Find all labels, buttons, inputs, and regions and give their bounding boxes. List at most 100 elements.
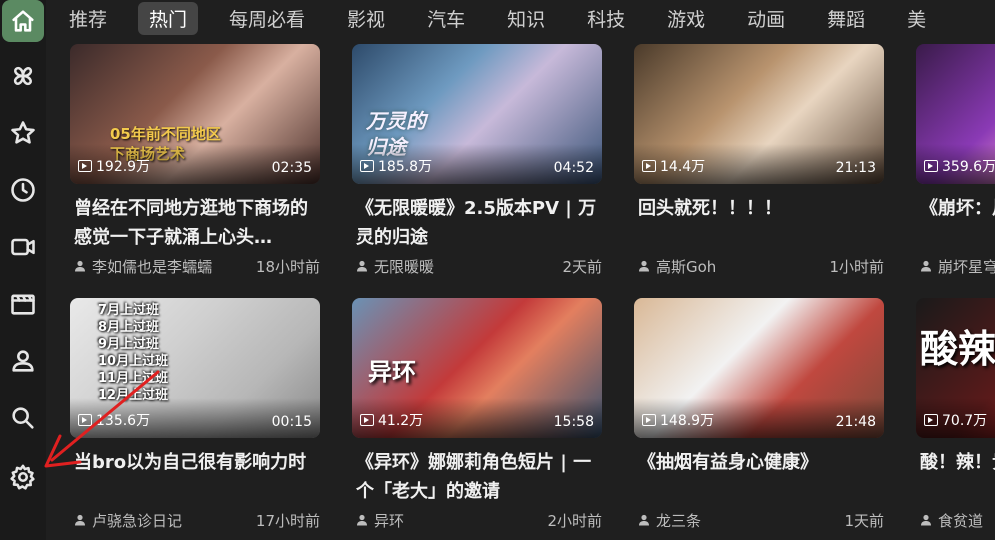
search-icon xyxy=(12,407,34,429)
tab-film[interactable]: 影视 xyxy=(336,2,396,35)
video-title[interactable]: 《崩坏：片：「这 xyxy=(916,194,995,252)
video-card[interactable]: 异环 41.2万 15:58 《异环》娜娜莉角色短片 | 一个「老大」的邀请 异… xyxy=(352,298,602,531)
video-duration: 15:58 xyxy=(553,414,594,430)
video-thumbnail[interactable]: 7月上过班 8月上过班 9月上过班 10月上过班 11月上过班 12月上过班 1… xyxy=(70,298,320,438)
view-count: 41.2万 xyxy=(360,410,423,430)
play-count-icon xyxy=(642,414,656,426)
uploader-icon xyxy=(74,258,86,276)
view-count: 185.8万 xyxy=(360,156,432,176)
video-title[interactable]: 《无限暖暖》2.5版本PV | 万灵的归途 xyxy=(352,194,602,252)
video-card[interactable]: 14.4万 21:13 回头就死！！！！ 高斯Goh 1小时前 xyxy=(634,44,884,277)
play-count-icon xyxy=(78,414,92,426)
play-count-icon xyxy=(360,414,374,426)
uploader-icon xyxy=(356,258,368,276)
video-title[interactable]: 酸！辣！贵州人DI xyxy=(916,448,995,506)
play-count-icon xyxy=(924,414,938,426)
profile-button[interactable] xyxy=(2,340,44,382)
view-count: 14.4万 xyxy=(642,156,705,176)
uploader-icon xyxy=(356,512,368,530)
video-duration: 02:35 xyxy=(271,160,312,176)
video-author[interactable]: 无限暖暖 xyxy=(356,256,434,277)
clock-icon xyxy=(11,178,35,202)
tab-dance[interactable]: 舞蹈 xyxy=(816,2,876,35)
history-button[interactable] xyxy=(2,169,44,211)
video-author[interactable]: 异环 xyxy=(356,510,404,531)
tab-car[interactable]: 汽车 xyxy=(416,2,476,35)
home-button[interactable] xyxy=(2,0,44,42)
video-thumbnail[interactable]: 万灵的 归途 185.8万 04:52 xyxy=(352,44,602,184)
video-author[interactable]: 高斯Goh xyxy=(638,256,716,277)
video-duration: 00:15 xyxy=(271,414,312,430)
tab-beauty[interactable]: 美 xyxy=(896,2,937,35)
video-thumbnail[interactable]: 14.4万 21:13 xyxy=(634,44,884,184)
video-card[interactable]: 7月上过班 8月上过班 9月上过班 10月上过班 11月上过班 12月上过班 1… xyxy=(70,298,320,531)
video-duration: 04:52 xyxy=(553,160,594,176)
tab-hot[interactable]: 热门 xyxy=(138,1,199,35)
publish-time: 2天前 xyxy=(562,258,602,276)
video-author[interactable]: 李如儒也是李蠕蠕 xyxy=(74,256,212,277)
view-count: 135.6万 xyxy=(78,410,150,430)
video-card[interactable]: 05年前不同地区 下商场艺术 192.9万 02:35 曾经在不同地方逛地下商场… xyxy=(70,44,320,277)
tab-tech[interactable]: 科技 xyxy=(576,2,636,35)
view-count: 192.9万 xyxy=(78,156,150,176)
popular-button[interactable] xyxy=(2,55,44,97)
view-count: 148.9万 xyxy=(642,410,714,430)
tab-recommend[interactable]: 推荐 xyxy=(58,2,118,35)
video-duration: 21:13 xyxy=(835,160,876,176)
star-icon xyxy=(11,121,35,144)
video-author[interactable]: 崩坏星穹 xyxy=(920,256,995,277)
thumbnail-caption: 异环 xyxy=(368,358,416,386)
publish-time: 1小时前 xyxy=(829,258,884,276)
publish-time: 18小时前 xyxy=(255,258,320,276)
video-thumbnail[interactable]: 359.6万 xyxy=(916,44,995,184)
video-card[interactable]: 酸辣 70.7万 酸！辣！贵州人DI 食贫道 xyxy=(916,298,995,531)
tab-game[interactable]: 游戏 xyxy=(656,2,716,35)
publish-time: 17小时前 xyxy=(255,512,320,530)
view-count: 70.7万 xyxy=(924,410,987,430)
video-author[interactable]: 龙三条 xyxy=(638,510,701,531)
play-count-icon xyxy=(642,160,656,172)
video-duration: 21:48 xyxy=(835,414,876,430)
play-count-icon xyxy=(78,160,92,172)
video-camera-icon xyxy=(11,238,35,256)
publish-time: 2小时前 xyxy=(547,512,602,530)
video-author[interactable]: 食贫道 xyxy=(920,510,983,531)
uploader-icon xyxy=(74,512,86,530)
pinwheel-icon xyxy=(13,66,33,86)
thumbnail-caption: 酸辣 xyxy=(920,327,995,371)
video-thumbnail[interactable]: 异环 41.2万 15:58 xyxy=(352,298,602,438)
video-title[interactable]: 《异环》娜娜莉角色短片 | 一个「老大」的邀请 xyxy=(352,448,602,506)
thumbnail-caption: 7月上过班 8月上过班 9月上过班 10月上过班 11月上过班 12月上过班 xyxy=(98,303,169,403)
home-icon xyxy=(12,10,34,32)
video-card[interactable]: 148.9万 21:48 《抽烟有益身心健康》 龙三条 1天前 xyxy=(634,298,884,531)
uploader-icon xyxy=(638,512,650,530)
play-count-icon xyxy=(360,160,374,172)
film-clapper-icon xyxy=(11,294,35,315)
live-button[interactable] xyxy=(2,226,44,268)
video-title[interactable]: 当bro以为自己很有影响力时 xyxy=(70,448,320,506)
uploader-icon xyxy=(920,512,932,530)
video-card[interactable]: 359.6万 《崩坏：片：「这 崩坏星穹 xyxy=(916,44,995,277)
settings-button[interactable] xyxy=(2,456,44,498)
category-tabs: 推荐 热门 每周必看 影视 汽车 知识 科技 游戏 动画 舞蹈 美 xyxy=(58,0,995,36)
tab-weekly[interactable]: 每周必看 xyxy=(218,2,316,35)
uploader-icon xyxy=(920,258,932,276)
video-title[interactable]: 曾经在不同地方逛地下商场的感觉一下子就涌上心头… xyxy=(70,194,320,252)
video-thumbnail[interactable]: 05年前不同地区 下商场艺术 192.9万 02:35 xyxy=(70,44,320,184)
play-count-icon xyxy=(924,160,938,172)
gear-icon xyxy=(10,464,35,490)
video-title[interactable]: 《抽烟有益身心健康》 xyxy=(634,448,884,506)
publish-time: 1天前 xyxy=(844,512,884,530)
search-button[interactable] xyxy=(2,397,44,439)
tab-animation[interactable]: 动画 xyxy=(736,2,796,35)
video-title[interactable]: 回头就死！！！！ xyxy=(634,194,884,252)
video-author[interactable]: 卢骁急诊日记 xyxy=(74,510,182,531)
view-count: 359.6万 xyxy=(924,156,995,176)
video-card[interactable]: 万灵的 归途 185.8万 04:52 《无限暖暖》2.5版本PV | 万灵的归… xyxy=(352,44,602,277)
tab-knowledge[interactable]: 知识 xyxy=(496,2,556,35)
video-thumbnail[interactable]: 酸辣 70.7万 xyxy=(916,298,995,438)
favorites-button[interactable] xyxy=(2,112,44,154)
movies-button[interactable] xyxy=(2,283,44,325)
video-thumbnail[interactable]: 148.9万 21:48 xyxy=(634,298,884,438)
uploader-icon xyxy=(638,258,650,276)
